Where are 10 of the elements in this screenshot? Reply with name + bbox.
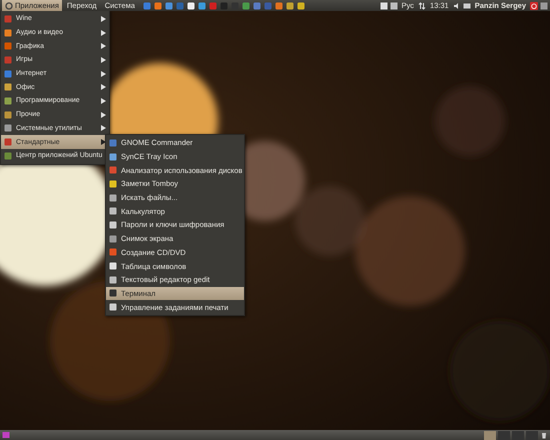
power-icon[interactable] — [530, 2, 538, 10]
workspace-switcher-item[interactable] — [484, 430, 496, 440]
tray-icon[interactable] — [540, 2, 548, 10]
workspace-switcher-item[interactable] — [512, 430, 524, 440]
workspace-switcher-item[interactable] — [526, 430, 538, 440]
show-desktop-icon[interactable] — [2, 431, 10, 439]
ubuntu-logo-icon — [5, 2, 13, 10]
workspace-switcher-item[interactable] — [498, 430, 510, 440]
network-icon[interactable] — [418, 2, 426, 10]
mail-icon[interactable] — [462, 2, 471, 10]
